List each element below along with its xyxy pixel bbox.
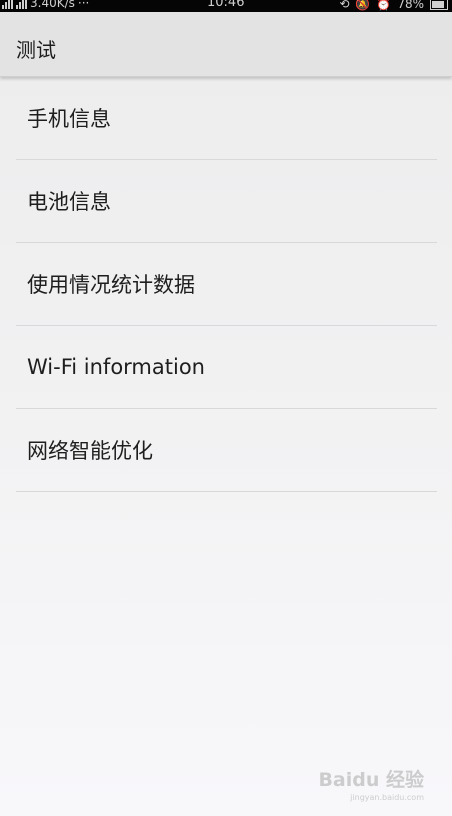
alarm-icon: ⏰	[376, 0, 392, 11]
menu-item-label: 电池信息	[27, 190, 111, 214]
status-left: 3.40K/s ···	[2, 0, 89, 9]
network-speed: 3.40K/s	[30, 0, 75, 10]
battery-icon	[430, 0, 448, 10]
signal-icon-secondary	[16, 0, 27, 9]
watermark-logo-text: Baidu 经验	[318, 769, 424, 791]
status-bar: 3.40K/s ··· 10:46 ⟲ 🔕 ⏰ 78%	[0, 0, 452, 12]
menu-item-network-optimization[interactable]: 网络智能优化	[16, 409, 437, 492]
mute-icon: 🔕	[355, 0, 371, 11]
battery-percent: 78%	[397, 0, 424, 11]
menu-list: 手机信息 电池信息 使用情况统计数据 Wi-Fi information 网络智…	[0, 77, 452, 492]
menu-item-usage-stats[interactable]: 使用情况统计数据	[16, 243, 437, 326]
menu-item-label: Wi-Fi information	[27, 355, 205, 379]
menu-item-label: 手机信息	[27, 107, 111, 131]
sync-icon: ⟲	[339, 0, 350, 11]
page-title: 测试	[16, 38, 56, 62]
status-time: 10:46	[207, 0, 245, 10]
menu-item-phone-info[interactable]: 手机信息	[16, 77, 437, 160]
signal-icon	[2, 0, 13, 9]
status-right: ⟲ 🔕 ⏰ 78%	[339, 0, 448, 10]
watermark-logo: Baidu 经验	[318, 765, 424, 792]
menu-item-wifi-information[interactable]: Wi-Fi information	[16, 326, 437, 409]
more-dots-icon: ···	[77, 0, 90, 10]
menu-item-label: 网络智能优化	[27, 439, 153, 463]
watermark-url: jingyan.baidu.com	[350, 793, 424, 802]
watermark: Baidu 经验 jingyan.baidu.com	[318, 765, 424, 802]
app-bar: 测试	[0, 12, 452, 77]
menu-item-battery-info[interactable]: 电池信息	[16, 160, 437, 243]
menu-item-label: 使用情况统计数据	[27, 273, 195, 297]
